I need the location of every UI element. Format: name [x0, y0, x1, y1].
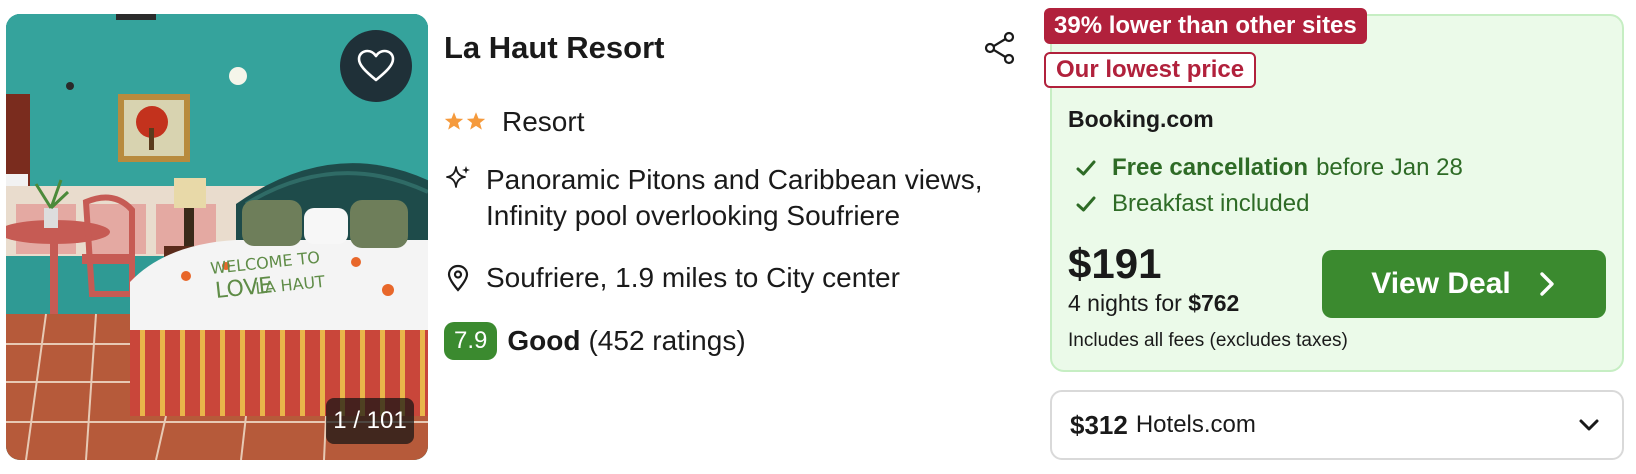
photo-counter: 1 / 101: [326, 398, 414, 444]
rating-score-badge: 7.9: [444, 322, 498, 360]
favorite-button[interactable]: [340, 30, 412, 102]
total-price-line: 4 nights for $762: [1068, 290, 1239, 317]
share-icon: [984, 31, 1015, 65]
alt-offer-price: $312: [1070, 409, 1128, 440]
view-deal-button[interactable]: View Deal: [1322, 250, 1606, 318]
alt-offer-site: Hotels.com: [1135, 411, 1256, 438]
lowest-price-tag: Our lowest price: [1044, 52, 1257, 88]
hotel-stars: [444, 111, 486, 131]
chevron-down-icon[interactable]: [1578, 418, 1600, 432]
chevron-right-icon: [1540, 272, 1554, 296]
savings-tag: 39% lower than other sites: [1044, 8, 1367, 44]
location-text: Soufriere, 1.9 miles to City center: [486, 262, 900, 293]
highlight-line: Infinity pool overlooking Soufriere: [486, 200, 901, 231]
perk-breakfast: Breakfast included: [1076, 190, 1309, 218]
perk-detail-text: before Jan 28: [1316, 154, 1463, 181]
deal-provider: Booking.com: [1068, 106, 1214, 132]
alternate-offer-row[interactable]: $312 Hotels.com: [1050, 390, 1624, 460]
nights-label: 4 nights for: [1068, 290, 1189, 316]
check-icon: [1076, 196, 1096, 212]
rating-word: Good: [507, 325, 581, 356]
heart-icon: [357, 49, 395, 82]
map-pin-icon: [447, 264, 469, 292]
star-rating-row: Resort: [444, 106, 584, 138]
view-deal-label: View Deal: [1371, 267, 1511, 300]
hotel-photo[interactable]: WELCOME TO LA HAUT LOVE 1 / 101: [6, 14, 428, 460]
perk-text: Breakfast included: [1112, 190, 1310, 217]
fees-note: Includes all fees (excludes taxes): [1068, 330, 1348, 351]
perk-bold-text: Free cancellation: [1112, 154, 1309, 181]
highlight-line: Panoramic Pitons and Caribbean views,: [486, 164, 983, 195]
highlights-text: Panoramic Pitons and Caribbean views, In…: [486, 162, 982, 234]
location-row: Soufriere, 1.9 miles to City center: [444, 262, 900, 294]
perk-free-cancellation: Free cancellation before Jan 28: [1076, 154, 1463, 182]
property-type: Resort: [502, 106, 585, 137]
star-icon: [444, 112, 464, 130]
guest-rating-row[interactable]: 7.9 Good (452 ratings): [444, 322, 746, 360]
total-price: $762: [1188, 290, 1240, 316]
rating-count: (452 ratings): [588, 325, 746, 356]
hotel-name[interactable]: La Haut Resort: [444, 30, 664, 66]
check-icon: [1076, 160, 1096, 176]
nightly-price: $191: [1068, 240, 1162, 287]
sparkle-icon: [446, 166, 470, 188]
share-button[interactable]: [982, 30, 1018, 66]
highlights-row: Panoramic Pitons and Caribbean views, In…: [444, 162, 982, 234]
star-icon: [466, 112, 486, 130]
